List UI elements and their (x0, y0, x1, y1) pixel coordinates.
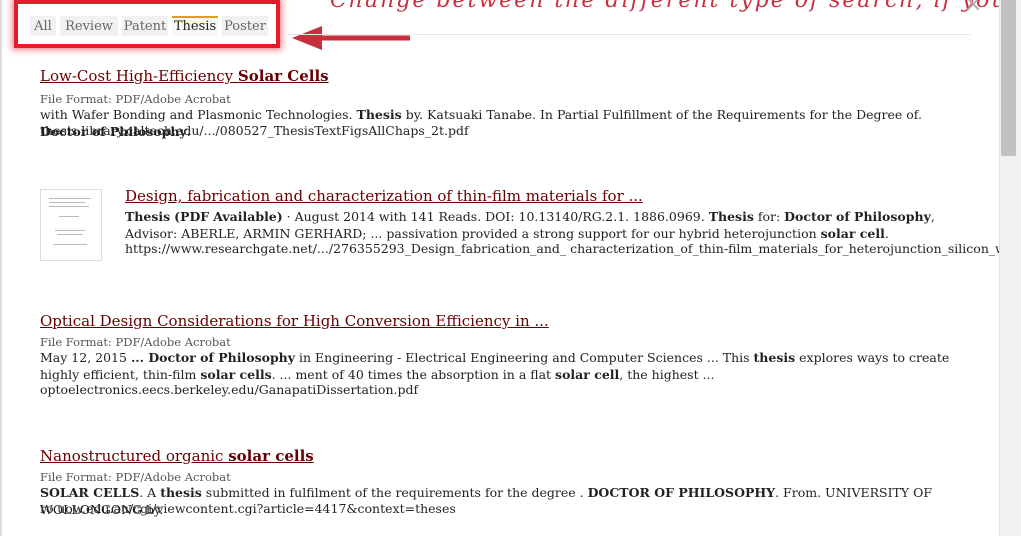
result-file-format: File Format: PDF/Adobe Acrobat (40, 470, 231, 484)
snippet-bold-text: SOLAR CELLS (40, 485, 140, 500)
result-title-link[interactable]: Nanostructured organic solar cells (40, 447, 314, 465)
annotation-text: Change between the different type of sea… (330, 0, 1008, 13)
close-icon[interactable]: × (964, 0, 982, 17)
annotation-arrow-icon (292, 26, 410, 50)
snippet-text: for: (753, 209, 785, 224)
snippet-text: in Engineering - Electrical Engineering … (295, 350, 754, 365)
left-border (0, 0, 2, 536)
snippet-bold-text: ... Doctor of Philosophy (130, 350, 296, 365)
snippet-text: with Wafer Bonding and Plasmonic Technol… (40, 107, 357, 122)
snippet-bold-text: thesis (160, 485, 202, 500)
snippet-text: · August 2014 with 141 Reads. DOI: 10.13… (282, 209, 709, 224)
snippet-bold-text: thesis (753, 350, 796, 365)
result-url: https://www.researchgate.net/.../2763552… (125, 241, 1021, 256)
result-title-link[interactable]: Optical Design Considerations for High C… (40, 312, 549, 330)
annotation-highlight-box (14, 0, 280, 48)
snippet-bold-text: Doctor of Philosophy (784, 209, 931, 224)
snippet-bold-text: solar cells (200, 367, 272, 382)
snippet-bold-text: Thesis (356, 107, 402, 122)
scrollbar-thumb[interactable] (1001, 0, 1016, 156)
snippet-bold-text: DOCTOR OF PHILOSOPHY (587, 485, 776, 500)
result-title-link[interactable]: Design, fabrication and characterization… (125, 187, 643, 205)
snippet-bold-text: solar cell (820, 226, 885, 241)
snippet-bold-text: Thesis (708, 209, 754, 224)
snippet-text: by. Katsuaki Tanabe. In Partial Fulfillm… (401, 107, 922, 122)
snippet-bold-text: Thesis (125, 209, 171, 224)
snippet-bold-text: (PDF (174, 209, 210, 224)
document-thumbnail[interactable] (40, 189, 102, 261)
result-title-link[interactable]: Low-Cost High-Efficiency Solar Cells (40, 67, 329, 85)
result-snippet: Thesis (PDF Available) · August 2014 wit… (125, 208, 945, 242)
divider (288, 34, 970, 35)
snippet-text: . ... ment of 40 times the absorption in… (271, 367, 556, 382)
snippet-text: , the highest ... (619, 367, 715, 382)
snippet-bold-text: Available) (213, 209, 283, 224)
result-url: ro.uow.edu.au/cgi/viewcontent.cgi?articl… (40, 501, 456, 516)
result-file-format: File Format: PDF/Adobe Acrobat (40, 92, 231, 106)
snippet-text: submitted in fulfilment of the requireme… (201, 485, 588, 500)
snippet-bold-text: solar cell (555, 367, 620, 382)
snippet-text: . (884, 226, 889, 241)
result-url: thesis.library.caltech.edu/.../080527_Th… (40, 123, 469, 138)
snippet-text: May 12, 2015 (40, 350, 131, 365)
result-snippet: May 12, 2015 ... Doctor of Philosophy in… (40, 349, 960, 383)
result-url: optoelectronics.eecs.berkeley.edu/Ganapa… (40, 382, 419, 397)
snippet-text: . A (139, 485, 161, 500)
result-file-format: File Format: PDF/Adobe Acrobat (40, 335, 231, 349)
